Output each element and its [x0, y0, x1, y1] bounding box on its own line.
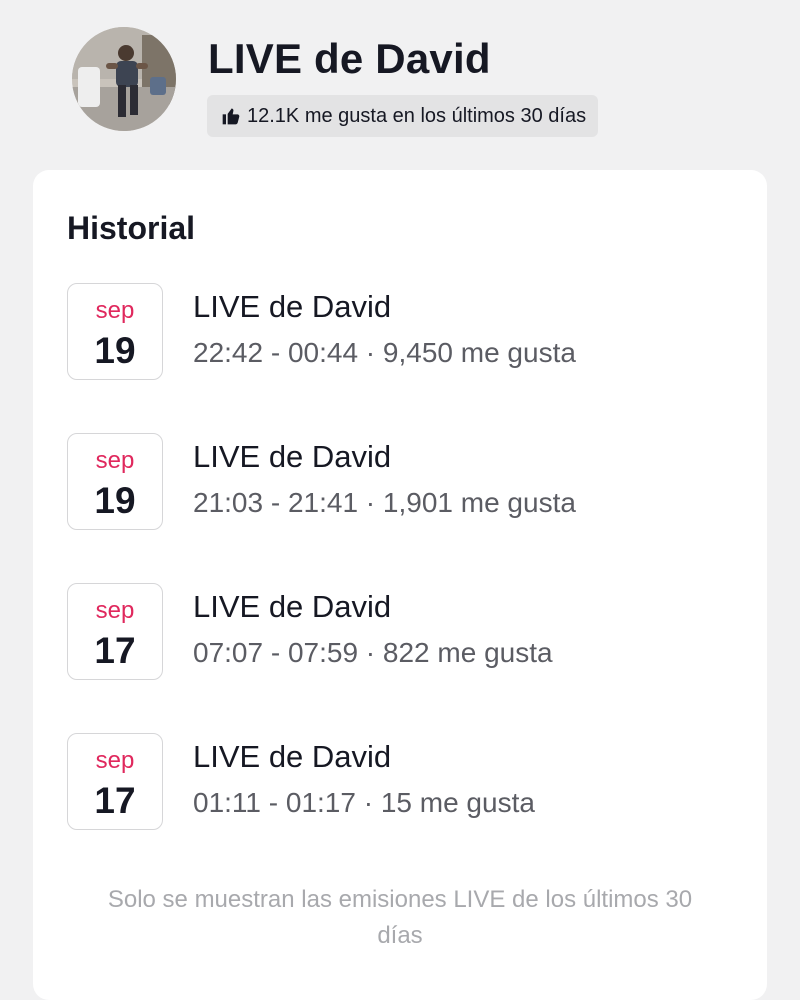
thumbs-up-icon	[221, 106, 241, 126]
history-card: Historial sep 19 LIVE de David 22:42 - 0…	[33, 170, 767, 1000]
entry-meta: 07:07 - 07:59 · 822 me gusta	[193, 637, 553, 668]
date-day: 17	[94, 630, 136, 671]
date-month: sep	[95, 447, 135, 474]
date-day: 17	[94, 780, 136, 821]
date-badge: sep 19	[67, 283, 163, 380]
date-day: 19	[94, 480, 136, 521]
entry-meta: 22:42 - 00:44 · 9,450 me gusta	[193, 337, 576, 368]
date-badge: sep 17	[67, 733, 163, 830]
entry-title: LIVE de David	[193, 289, 392, 324]
live-entry[interactable]: sep 19 LIVE de David 22:42 - 00:44 · 9,4…	[67, 283, 747, 383]
entry-title: LIVE de David	[193, 589, 392, 624]
entry-title: LIVE de David	[193, 739, 392, 774]
live-entry[interactable]: sep 17 LIVE de David 07:07 - 07:59 · 822…	[67, 583, 747, 683]
date-month: sep	[95, 597, 135, 624]
avatar-photo	[72, 27, 176, 131]
date-month: sep	[95, 297, 135, 324]
likes-summary-text: 12.1K me gusta en los últimos 30 días	[247, 104, 587, 127]
page-title: LIVE de David	[208, 35, 491, 82]
entry-meta: 21:03 - 21:41 · 1,901 me gusta	[193, 487, 576, 518]
entry-title: LIVE de David	[193, 439, 392, 474]
date-badge: sep 17	[67, 583, 163, 680]
likes-summary-badge: 12.1K me gusta en los últimos 30 días	[207, 95, 599, 137]
live-entry[interactable]: sep 17 LIVE de David 01:11 - 01:17 · 15 …	[67, 733, 747, 833]
history-footer-note: Solo se muestran las emisiones LIVE de l…	[107, 886, 693, 949]
live-header: LIVE de David 12.1K me gusta en los últi…	[0, 0, 800, 170]
avatar[interactable]	[72, 27, 176, 131]
entry-meta: 01:11 - 01:17 · 15 me gusta	[193, 787, 535, 818]
date-badge: sep 19	[67, 433, 163, 530]
date-month: sep	[95, 747, 135, 774]
live-entry[interactable]: sep 19 LIVE de David 21:03 - 21:41 · 1,9…	[67, 433, 747, 533]
history-title: Historial	[67, 210, 196, 246]
date-day: 19	[94, 330, 136, 371]
